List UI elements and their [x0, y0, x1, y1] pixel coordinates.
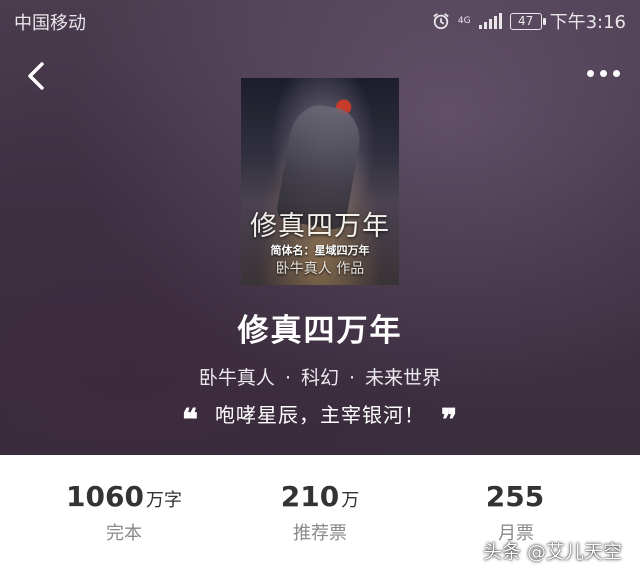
- stat-monthly-votes[interactable]: 255 月票: [416, 480, 616, 545]
- cover-title: 修真四万年: [250, 211, 390, 242]
- carrier-name: 中国移动: [14, 13, 86, 34]
- stat-label: 完本: [106, 523, 142, 544]
- cover-subtitle: 简体名：星域四万年: [270, 244, 370, 257]
- watermark: 头条 @艾儿天空: [482, 541, 622, 563]
- stat-value: 210: [280, 480, 340, 513]
- book-title: 修真四万年: [237, 313, 403, 349]
- status-icons: 4G 47 下午3:16: [432, 8, 626, 34]
- cover-author: 卧牛真人 作品: [275, 261, 365, 277]
- slogan-text: 咆哮星辰，主宰银河！: [215, 403, 425, 427]
- stat-unit: 万: [341, 490, 360, 511]
- status-bar: 中国移动 4G 47 下午3:16: [0, 0, 640, 40]
- stat-word-count: 1060 万字 完本: [24, 480, 224, 545]
- author-link[interactable]: 卧牛真人: [199, 367, 275, 389]
- alarm-icon: [433, 13, 449, 30]
- book-header: 中国移动 4G 47 下午3:16 修真四万年 简体名：星域四万年 卧牛真人 作…: [0, 0, 640, 455]
- stat-unit: 万字: [145, 490, 182, 511]
- quote-open-icon: ❝: [181, 403, 199, 438]
- quote-close-icon: ❞: [441, 403, 459, 438]
- battery-level: 47: [509, 12, 546, 30]
- book-meta: 卧牛真人 · 科幻 · 未来世界: [0, 363, 640, 390]
- subgenre-link[interactable]: 未来世界: [365, 367, 441, 389]
- genre-link[interactable]: 科幻: [301, 367, 339, 389]
- book-cover[interactable]: 修真四万年 简体名：星域四万年 卧牛真人 作品: [241, 78, 399, 285]
- stat-label: 推荐票: [293, 523, 347, 544]
- signal-icon: [478, 13, 502, 29]
- stat-value: 255: [485, 480, 545, 513]
- more-horizontal-icon[interactable]: [587, 70, 620, 77]
- book-slogan: ❝ 咆哮星辰，主宰银河！ ❞: [0, 399, 640, 438]
- separator: ·: [349, 367, 356, 389]
- clock: 下午3:16: [549, 12, 626, 33]
- separator: ·: [284, 367, 291, 389]
- network-type: 4G: [457, 15, 471, 26]
- chevron-left-icon[interactable]: [24, 61, 48, 91]
- stat-recommend-votes[interactable]: 210 万 推荐票: [220, 480, 420, 545]
- stat-value: 1060: [66, 480, 144, 513]
